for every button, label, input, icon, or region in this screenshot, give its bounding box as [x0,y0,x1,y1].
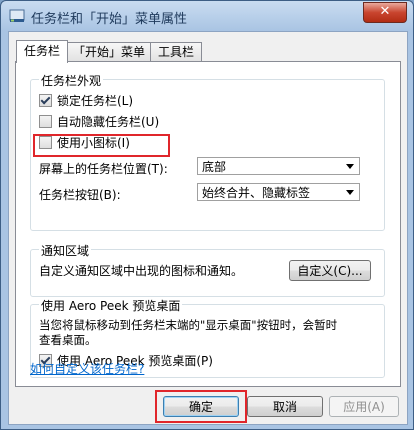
window-title: 任务栏和「开始」菜单属性 [31,12,188,27]
notification-legend: 通知区域 [39,242,92,259]
chevron-down-icon [346,164,354,169]
notification-area-group: 通知区域 自定义通知区域中出现的图标和通知。 自定义(C)... [30,242,385,297]
taskbar-buttons-label: 任务栏按钮(B): [39,188,121,202]
taskbar-location-value: 底部 [202,160,227,174]
tab-start-menu[interactable]: 「开始」菜单 [67,42,151,61]
tab-toolbars[interactable]: 工具栏 [150,42,202,61]
notification-description: 自定义通知区域中出现的图标和通知。 [39,264,244,278]
taskbar-properties-icon [9,9,25,22]
chevron-down-icon [346,190,354,195]
taskbar-buttons-select[interactable]: 始终合并、隐藏标签 [197,183,360,201]
customize-notification-button[interactable]: 自定义(C)... [289,260,371,281]
apply-button[interactable]: 应用(A) [329,396,399,417]
dialog-client-area: 任务栏 「开始」菜单 工具栏 任务栏外观 锁定任务栏(L) 自动隐藏任务栏(U)… [8,31,408,425]
tab-label: 任务栏 [23,44,60,58]
ok-highlight-box [155,390,247,423]
taskbar-location-select[interactable]: 底部 [197,157,360,175]
tab-label: 「开始」菜单 [72,45,145,59]
customize-label: 自定义(C)... [297,264,363,278]
tab-taskbar[interactable]: 任务栏 [16,40,68,63]
lock-taskbar-label: 锁定任务栏(L) [57,94,134,108]
autohide-highlight-box [33,134,170,157]
cancel-button[interactable]: 取消 [247,396,323,417]
taskbar-buttons-value: 始终合并、隐藏标签 [202,186,311,200]
checkbox-box[interactable] [39,94,52,107]
dialog-window: 任务栏和「开始」菜单属性 ✕ 任务栏 「开始」菜单 工具栏 任务栏外观 锁定任务… [0,0,414,430]
aero-peek-description-line2: 查看桌面。 [39,333,97,347]
close-icon: ✕ [379,4,391,19]
lock-taskbar-checkbox[interactable]: 锁定任务栏(L) [39,93,133,109]
taskbar-location-label: 屏幕上的任务栏位置(T): [39,162,168,176]
help-link[interactable]: 如何自定义该任务栏? [30,360,144,377]
taskbar-tab-page: 任务栏外观 锁定任务栏(L) 自动隐藏任务栏(U) 使用小图标(I) 屏幕上的任… [15,61,401,387]
autohide-taskbar-checkbox[interactable]: 自动隐藏任务栏(U) [39,114,159,130]
apply-label: 应用(A) [343,400,385,414]
aero-peek-description-line1: 当您将鼠标移动到任务栏末端的"显示桌面"按钮时，会暂时 [39,318,338,332]
cancel-label: 取消 [272,400,297,414]
autohide-taskbar-label: 自动隐藏任务栏(U) [57,115,160,129]
title-bar[interactable]: 任务栏和「开始」菜单属性 ✕ [1,1,413,31]
tab-label: 工具栏 [157,45,194,59]
aero-peek-legend: 使用 Aero Peek 预览桌面 [39,297,183,314]
close-button[interactable]: ✕ [363,2,407,23]
appearance-legend: 任务栏外观 [39,72,104,89]
checkbox-box[interactable] [39,115,52,128]
